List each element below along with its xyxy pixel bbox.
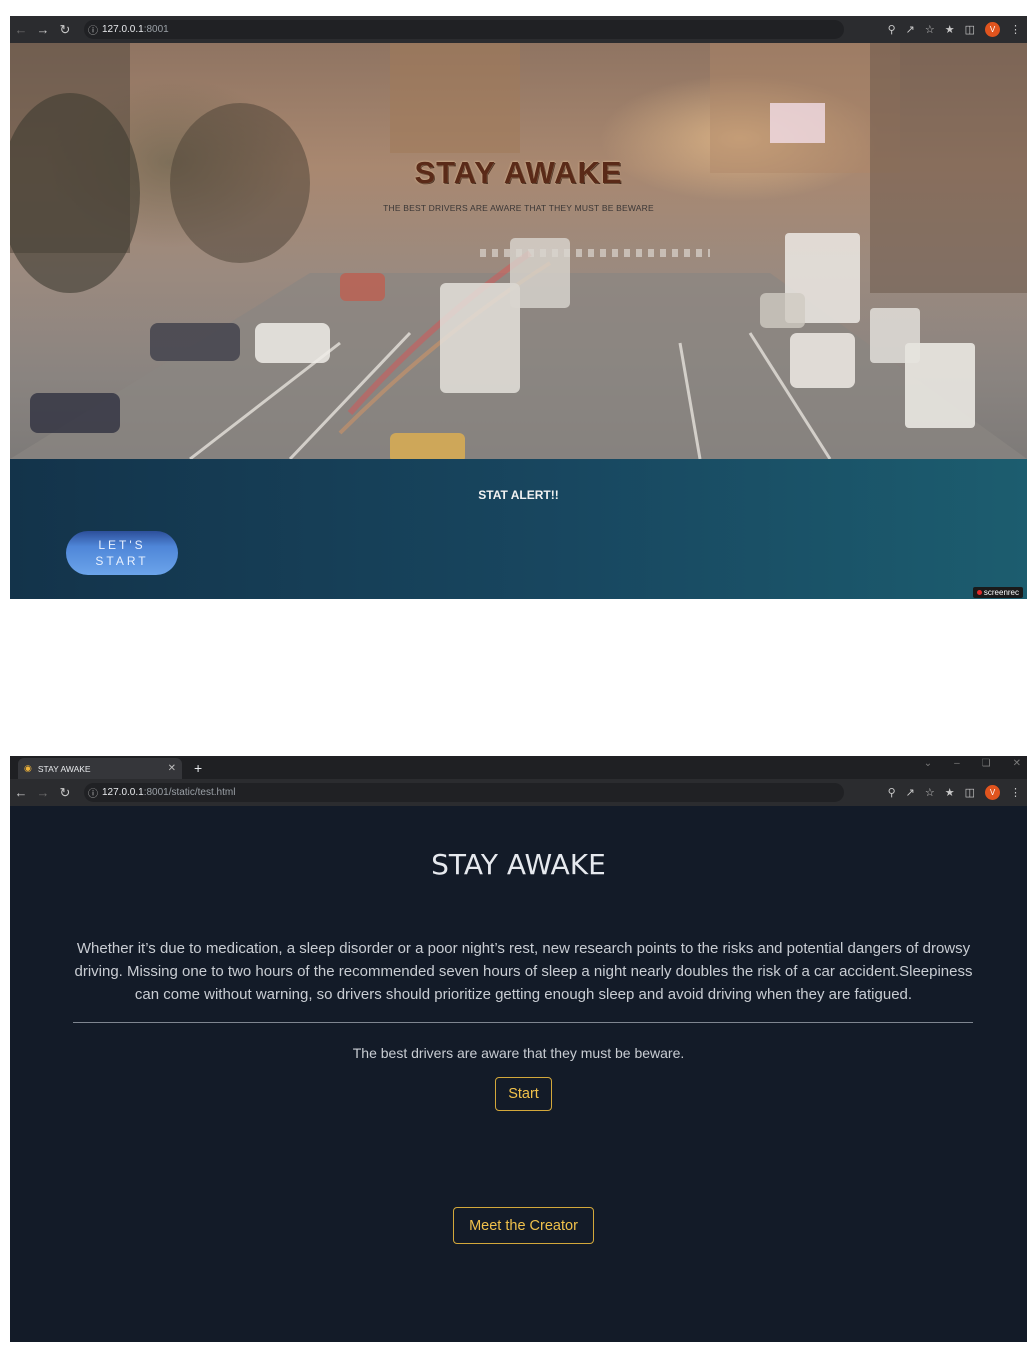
browser-toolbar: ← → ↻ ⓘ 127.0.0.1:8001 ⚲ ↗ ☆ ★ ◫ V ⋮ — [10, 16, 1027, 43]
new-tab-icon[interactable]: + — [194, 760, 202, 776]
address-bar[interactable]: ⓘ 127.0.0.1:8001 — [84, 20, 844, 39]
start-button[interactable]: Start — [495, 1077, 552, 1111]
reload-icon[interactable]: ↻ — [54, 785, 76, 801]
sidepanel-icon[interactable]: ◫ — [965, 23, 975, 36]
meet-the-creator-button[interactable]: Meet the Creator — [453, 1207, 594, 1244]
hero-title: STAY AWAKE — [414, 155, 623, 190]
tagline: The best drivers are aware that they mus… — [352, 1045, 685, 1061]
browser-toolbar-2: ← → ↻ ⓘ 127.0.0.1:8001/static/test.html … — [10, 779, 1027, 806]
lets-start-button[interactable]: LET'S START — [66, 531, 178, 575]
back-icon[interactable]: ← — [10, 22, 32, 37]
info-icon[interactable]: ⓘ — [84, 22, 102, 37]
menu-icon[interactable]: ⋮ — [1010, 23, 1021, 36]
sidepanel-icon[interactable]: ◫ — [965, 786, 975, 799]
lets-start-line2: START — [95, 554, 149, 568]
tab-title: STAY AWAKE — [37, 763, 91, 774]
divider — [73, 1022, 973, 1023]
screenrec-watermark: screenrec — [972, 587, 1023, 598]
profile-avatar-icon[interactable]: V — [985, 785, 1000, 800]
menu-icon[interactable]: ⋮ — [1010, 786, 1021, 799]
favicon-icon: ◉ — [24, 763, 32, 773]
extensions-icon[interactable]: ★ — [945, 23, 955, 36]
tab-strip: ◉ STAY AWAKE ✕ + ⌄ – ❏ ✕ — [10, 756, 1027, 779]
share-icon[interactable]: ↗ — [906, 786, 915, 799]
window-controls: ⌄ – ❏ ✕ — [924, 758, 1021, 769]
url-host: 127.0.0.1 — [102, 787, 144, 798]
url-path: :8001 — [143, 24, 169, 35]
browser-tools: ⚲ ↗ ☆ ★ ◫ V ⋮ — [888, 779, 1021, 806]
screenshot-landing: ← → ↻ ⓘ 127.0.0.1:8001 ⚲ ↗ ☆ ★ ◫ V ⋮ ST… — [10, 16, 1027, 599]
tab-stay-awake[interactable]: ◉ STAY AWAKE ✕ — [18, 758, 182, 779]
zoom-icon[interactable]: ⚲ — [888, 23, 896, 36]
info-icon[interactable]: ⓘ — [84, 785, 102, 800]
extensions-icon[interactable]: ★ — [945, 786, 955, 799]
screenshot-test-page: ◉ STAY AWAKE ✕ + ⌄ – ❏ ✕ ← → ↻ ⓘ 127.0.0… — [10, 756, 1027, 1342]
star-icon[interactable]: ☆ — [925, 23, 935, 36]
city-street-image — [10, 43, 1027, 459]
profile-avatar-icon[interactable]: V — [985, 22, 1000, 37]
close-window-icon[interactable]: ✕ — [1013, 758, 1021, 769]
hero-subtitle: THE BEST DRIVERS ARE AWARE THAT THEY MUS… — [383, 203, 654, 213]
close-tab-icon[interactable]: ✕ — [168, 763, 176, 774]
screenrec-label: screenrec — [983, 588, 1019, 597]
tab-search-icon[interactable]: ⌄ — [924, 758, 932, 769]
page-title: STAY AWAKE — [431, 848, 606, 881]
address-bar[interactable]: ⓘ 127.0.0.1:8001/static/test.html — [84, 783, 844, 802]
restore-icon[interactable]: ❏ — [982, 758, 991, 769]
zoom-icon[interactable]: ⚲ — [888, 786, 896, 799]
url-host: 127.0.0.1 — [102, 24, 144, 35]
star-icon[interactable]: ☆ — [925, 786, 935, 799]
url-path: :8001/static/test.html — [143, 787, 236, 798]
share-icon[interactable]: ↗ — [906, 23, 915, 36]
hero-banner: STAY AWAKE THE BEST DRIVERS ARE AWARE TH… — [10, 43, 1027, 459]
lets-start-line1: LET'S — [98, 538, 146, 552]
stat-alert-heading: STAT ALERT!! — [478, 488, 559, 502]
back-icon[interactable]: ← — [10, 785, 32, 800]
stat-alert-section: STAT ALERT!! LET'S START screenrec — [10, 459, 1027, 599]
intro-paragraph: Whether it’s due to medication, a sleep … — [74, 940, 973, 1003]
minimize-icon[interactable]: – — [954, 758, 960, 769]
forward-icon[interactable]: → — [32, 22, 54, 37]
record-dot-icon — [976, 590, 982, 595]
forward-icon[interactable]: → — [32, 785, 54, 800]
reload-icon[interactable]: ↻ — [54, 22, 76, 38]
browser-tools: ⚲ ↗ ☆ ★ ◫ V ⋮ — [888, 16, 1021, 43]
